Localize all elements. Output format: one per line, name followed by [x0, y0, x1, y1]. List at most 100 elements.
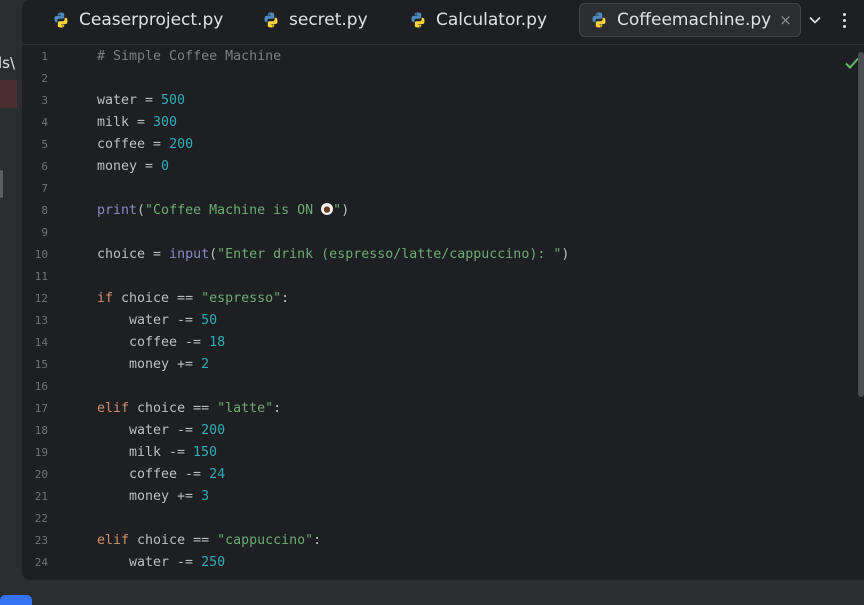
- code-text: money = 0: [97, 156, 169, 178]
- tab-label: Coffeemachine.py: [617, 10, 772, 30]
- tab-secret[interactable]: secret.py: [262, 3, 368, 37]
- code-line[interactable]: 20 coffee -= 24: [22, 464, 842, 486]
- tab-options-button[interactable]: [834, 8, 854, 32]
- code-line[interactable]: 16: [22, 376, 842, 398]
- code-line[interactable]: 23 elif choice == "cappuccino":: [22, 530, 842, 552]
- code-text: # Simple Coffee Machine: [97, 46, 281, 68]
- code-token: elif: [97, 533, 130, 548]
- code-line[interactable]: 24 water -= 250: [22, 552, 842, 574]
- code-line[interactable]: 14 coffee -= 18: [22, 332, 842, 354]
- code-token: 150: [193, 445, 218, 460]
- tab-list-button[interactable]: [804, 8, 826, 32]
- code-token: money +=: [129, 357, 202, 372]
- tab-coffeemachine[interactable]: Coffeemachine.py ×: [579, 3, 801, 37]
- code-token: coffee -=: [129, 335, 210, 350]
- code-token: choice =: [97, 247, 170, 262]
- code-token: 0: [161, 159, 170, 174]
- code-line[interactable]: 21 money += 3: [22, 486, 842, 508]
- line-number: 6: [41, 160, 48, 173]
- line-number: 23: [34, 534, 48, 547]
- code-token: 250: [201, 555, 226, 570]
- line-number: 21: [34, 490, 48, 503]
- code-token: 2: [201, 357, 210, 372]
- code-line[interactable]: 3 water = 500: [22, 90, 842, 112]
- code-token: money =: [97, 159, 162, 174]
- code-token: :: [313, 533, 322, 548]
- code-token: choice ==: [129, 533, 218, 548]
- code-line[interactable]: 22: [22, 508, 842, 530]
- line-number: 10: [34, 248, 48, 261]
- code-token: coffee -=: [129, 467, 210, 482]
- code-token: 200: [201, 423, 226, 438]
- close-icon[interactable]: ×: [779, 11, 792, 29]
- code-token: ): [561, 247, 570, 262]
- panel-resize-handle[interactable]: [0, 170, 3, 198]
- code-token: 200: [169, 137, 194, 152]
- code-token: 300: [153, 115, 178, 130]
- code-editor[interactable]: 1 # Simple Coffee Machine 2 3 water = 500 4 mi…: [22, 46, 864, 580]
- tab-ceaserproject[interactable]: Ceaserproject.py: [52, 3, 223, 37]
- code-line[interactable]: 4 milk = 300: [22, 112, 842, 134]
- python-icon: [54, 12, 68, 28]
- vertical-scrollbar[interactable]: [858, 52, 864, 397]
- coffee-emoji-icon: [321, 203, 334, 215]
- code-line[interactable]: 7: [22, 178, 842, 200]
- code-line[interactable]: 11: [22, 266, 842, 288]
- line-number: 4: [41, 116, 48, 129]
- code-token: :: [273, 401, 282, 416]
- code-line[interactable]: 17 elif choice == "latte":: [22, 398, 842, 420]
- code-text: water = 500: [97, 90, 185, 112]
- tab-label: Ceaserproject.py: [79, 10, 224, 30]
- code-line[interactable]: 6 money = 0: [22, 156, 842, 178]
- code-token: # Simple Coffee Machine: [97, 49, 282, 64]
- code-token: ": [333, 203, 342, 218]
- code-token: (: [209, 247, 218, 262]
- code-line[interactable]: 9: [22, 222, 842, 244]
- line-number: 12: [34, 292, 48, 305]
- code-text: if choice == "espresso":: [97, 288, 289, 310]
- line-number: 17: [34, 402, 48, 415]
- code-token: "Coffee Machine is ON: [145, 203, 322, 218]
- code-token: elif: [97, 401, 130, 416]
- code-text: money += 2: [97, 354, 209, 376]
- code-line[interactable]: 18 water -= 200: [22, 420, 842, 442]
- python-icon: [592, 12, 606, 28]
- code-token: water -=: [129, 555, 202, 570]
- code-token: water =: [97, 93, 162, 108]
- code-line[interactable]: 8 print("Coffee Machine is ON "): [22, 200, 842, 222]
- tab-calculator[interactable]: Calculator.py: [409, 3, 547, 37]
- code-line[interactable]: 13 water -= 50: [22, 310, 842, 332]
- code-line[interactable]: 5 coffee = 200: [22, 134, 842, 156]
- code-token: money +=: [129, 489, 202, 504]
- code-line[interactable]: 2: [22, 68, 842, 90]
- line-number: 9: [41, 226, 48, 239]
- editor-window: Ceaserproject.py secret.py Calculator.py…: [22, 0, 864, 580]
- code-token: milk =: [97, 115, 154, 130]
- code-token: choice ==: [113, 291, 202, 306]
- code-line[interactable]: 15 money += 2: [22, 354, 842, 376]
- editor-tab-bar: Ceaserproject.py secret.py Calculator.py…: [22, 0, 864, 45]
- line-number: 20: [34, 468, 48, 481]
- code-token: ): [341, 203, 350, 218]
- code-line[interactable]: 1 # Simple Coffee Machine: [22, 46, 842, 68]
- code-text: water -= 200: [97, 420, 225, 442]
- tool-window-button[interactable]: [0, 595, 32, 605]
- code-text: print("Coffee Machine is ON "): [97, 200, 349, 222]
- code-token: 3: [201, 489, 210, 504]
- code-token: water -=: [129, 313, 202, 328]
- code-token: (: [137, 203, 146, 218]
- code-token: input: [169, 247, 210, 262]
- code-line[interactable]: 10 choice = input("Enter drink (espresso/…: [22, 244, 842, 266]
- code-token: 24: [209, 467, 226, 482]
- code-line[interactable]: 12 if choice == "espresso":: [22, 288, 842, 310]
- project-panel-edge: ls\: [0, 0, 22, 580]
- code-token: water -=: [129, 423, 202, 438]
- code-text: milk -= 150: [97, 442, 217, 464]
- more-vertical-icon: [842, 12, 846, 16]
- project-path-fragment: ls\: [0, 54, 16, 72]
- line-number: 24: [34, 556, 48, 569]
- code-line[interactable]: 19 milk -= 150: [22, 442, 842, 464]
- more-vertical-icon-dot: [842, 18, 846, 22]
- code-token: if: [97, 291, 114, 306]
- line-number: 18: [34, 424, 48, 437]
